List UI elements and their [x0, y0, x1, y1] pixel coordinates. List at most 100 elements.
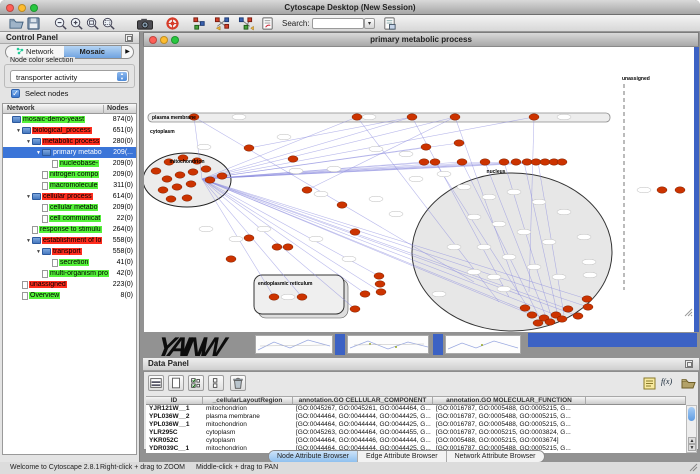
- table-cell[interactable]: [GO:0016787, GO:0005215, GO:0003824, G..…: [433, 429, 586, 437]
- network-tree-row[interactable]: ▼primary metabo209(...: [3, 147, 136, 158]
- network-tree-row[interactable]: ▼transport558(0): [3, 246, 136, 257]
- search-input[interactable]: [312, 18, 364, 29]
- zoom-region-icon[interactable]: [85, 16, 100, 31]
- layout-icon[interactable]: [213, 16, 231, 31]
- network-canvas[interactable]: plasma membranecytoplasmmitochondrionnuc…: [144, 47, 694, 332]
- minimize-window-button[interactable]: [18, 4, 26, 12]
- frame-minimize-button[interactable]: [160, 36, 168, 44]
- tree-expander-icon[interactable]: ▼: [25, 194, 32, 200]
- network-tree-row[interactable]: cell communicat22(0): [3, 213, 136, 224]
- table-cell[interactable]: YPL036W__2: [146, 413, 203, 421]
- node-color-combo[interactable]: transporter activity ▲▼: [10, 70, 129, 83]
- table-cell[interactable]: YJR121W__1: [146, 405, 203, 413]
- import-attributes-icon[interactable]: [681, 376, 696, 391]
- table-cell[interactable]: YLR295C: [146, 429, 203, 437]
- network-tree-row[interactable]: ▼cellular process614(0): [3, 191, 136, 202]
- search-dropdown-button[interactable]: ▾: [364, 18, 375, 29]
- network-tree-row[interactable]: nitrogen compo209(0): [3, 169, 136, 180]
- help-icon[interactable]: [165, 16, 180, 31]
- background-window-sliver[interactable]: [347, 335, 429, 354]
- table-row[interactable]: YLR295Ccytoplasm[GO:0045263, GO:0044464,…: [146, 429, 686, 437]
- network-tree-row[interactable]: ▼establishment of lo558(0): [3, 235, 136, 246]
- notepad-icon[interactable]: [642, 376, 657, 391]
- scrollbar-thumb[interactable]: [688, 407, 695, 421]
- tree-expander-icon[interactable]: ▼: [25, 139, 32, 145]
- table-row[interactable]: YPL036W__1mitochondrion[GO:0044464, GO:0…: [146, 421, 686, 429]
- table-cell[interactable]: plasma membrane: [203, 413, 293, 421]
- attribute-grid-icon[interactable]: [148, 375, 164, 391]
- tab-network-attribute-browser[interactable]: Network Attribute Browser: [447, 451, 544, 462]
- table-scrollbar[interactable]: ▲ ▼: [686, 405, 697, 453]
- attribute-table[interactable]: YJR121W__1mitochondrion[GO:0045267, GO:0…: [146, 405, 686, 453]
- float-panel-icon[interactable]: [125, 34, 133, 42]
- frame-close-button[interactable]: [149, 36, 157, 44]
- table-cell[interactable]: YDR039C__1: [146, 445, 203, 453]
- delete-attribute-icon[interactable]: [230, 375, 246, 391]
- zoom-in-icon[interactable]: [69, 16, 84, 31]
- table-cell[interactable]: mitochondrion: [203, 405, 293, 413]
- new-attribute-icon[interactable]: [168, 375, 184, 391]
- network-tree-row[interactable]: secretion41(0): [3, 257, 136, 268]
- open-icon[interactable]: [9, 16, 24, 31]
- table-cell[interactable]: [GO:0016787, GO:0005488, GO:0005215, G..…: [433, 413, 586, 421]
- scroll-up-arrow[interactable]: ▲: [688, 437, 696, 444]
- zoom-fit-icon[interactable]: [101, 16, 116, 31]
- network-tree-row[interactable]: macromolecule311(0): [3, 180, 136, 191]
- tree-expander-icon[interactable]: ▼: [25, 238, 32, 244]
- network-tree-row[interactable]: nucleobase-209(0): [3, 158, 136, 169]
- table-cell[interactable]: [GO:0016787, GO:0005488, GO:0005215, G..…: [433, 405, 586, 413]
- network-tree-row[interactable]: ▼biological_process651(0): [3, 125, 136, 136]
- background-window-sliver[interactable]: [445, 335, 521, 354]
- tab-node-attribute-browser[interactable]: Node Attribute Browser: [269, 451, 358, 462]
- more-tabs-button[interactable]: ▶: [121, 46, 133, 58]
- table-cell[interactable]: [GO:0016787, GO:0005488, GO:0005215, G..…: [433, 421, 586, 429]
- table-column-header[interactable]: annotation.GO MOLECULAR_FUNCTION: [433, 396, 586, 405]
- tree-expander-icon[interactable]: ▼: [35, 150, 42, 156]
- table-cell[interactable]: YKR052C: [146, 437, 203, 445]
- network-tree-row[interactable]: multi-organism pro42(0): [3, 268, 136, 279]
- table-cell[interactable]: cytoplasm: [203, 429, 293, 437]
- table-cell[interactable]: [GO:0045263, GO:0044464, GO:0044455, G..…: [293, 429, 433, 437]
- table-cell[interactable]: [GO:0045267, GO:0045261, GO:0044464, G..…: [293, 405, 433, 413]
- search-config-icon[interactable]: [382, 16, 397, 31]
- annotation-icon[interactable]: [260, 16, 275, 31]
- canvas-resize-grip[interactable]: [683, 307, 693, 317]
- table-column-header[interactable]: ID: [146, 396, 203, 405]
- network-tree-row[interactable]: unassigned223(0): [3, 279, 136, 290]
- snapshot-icon[interactable]: [136, 16, 154, 31]
- select-attributes-icon[interactable]: [188, 375, 204, 391]
- unselect-attributes-icon[interactable]: [208, 375, 224, 391]
- tree-expander-icon[interactable]: ▼: [35, 249, 42, 255]
- table-cell[interactable]: cytoplasm: [203, 437, 293, 445]
- table-row[interactable]: YJR121W__1mitochondrion[GO:0045267, GO:0…: [146, 405, 686, 413]
- tree-expander-icon[interactable]: ▼: [15, 128, 22, 134]
- table-column-header[interactable]: [586, 396, 686, 405]
- table-cell[interactable]: [GO:0044464, GO:0044446, GO:0044444, G..…: [293, 437, 433, 445]
- window-resize-grip[interactable]: [688, 462, 698, 472]
- table-cell[interactable]: [GO:0044464, GO:0044444, GO:0044425, G..…: [293, 421, 433, 429]
- frame-zoom-button[interactable]: [171, 36, 179, 44]
- zoom-window-button[interactable]: [30, 4, 38, 12]
- save-icon[interactable]: [26, 16, 41, 31]
- close-window-button[interactable]: [6, 4, 14, 12]
- float-data-panel-icon[interactable]: [685, 360, 693, 368]
- zoom-out-icon[interactable]: [53, 16, 68, 31]
- network-tree-row[interactable]: response to stimulu264(0): [3, 224, 136, 235]
- table-cell[interactable]: mitochondrion: [203, 421, 293, 429]
- plugins-icon[interactable]: [237, 16, 255, 31]
- vizmapper-icon[interactable]: [192, 16, 207, 31]
- table-column-header[interactable]: _cellularLayoutRegion: [203, 396, 293, 405]
- select-nodes-checkbox[interactable]: ✓: [11, 89, 20, 98]
- network-frame-titlebar[interactable]: primary metabolic process: [143, 32, 699, 47]
- network-tree-row[interactable]: cellular metabo209(0): [3, 202, 136, 213]
- network-tree-row[interactable]: ▼metabolic process280(0): [3, 136, 136, 147]
- network-tree-row[interactable]: Overview8(0): [3, 290, 136, 301]
- table-row[interactable]: YPL036W__2plasma membrane[GO:0044464, GO…: [146, 413, 686, 421]
- table-row[interactable]: YKR052Ccytoplasm[GO:0044464, GO:0044446,…: [146, 437, 686, 445]
- function-builder-icon[interactable]: f(x): [661, 377, 672, 386]
- tab-edge-attribute-browser[interactable]: Edge Attribute Browser: [358, 451, 447, 462]
- table-cell[interactable]: YPL036W__1: [146, 421, 203, 429]
- table-column-header[interactable]: annotation.GO CELLULAR_COMPONENT: [293, 396, 433, 405]
- table-cell[interactable]: [GO:0005488, GO:0005215, GO:0003674]: [433, 437, 586, 445]
- scroll-down-arrow[interactable]: ▼: [688, 444, 696, 451]
